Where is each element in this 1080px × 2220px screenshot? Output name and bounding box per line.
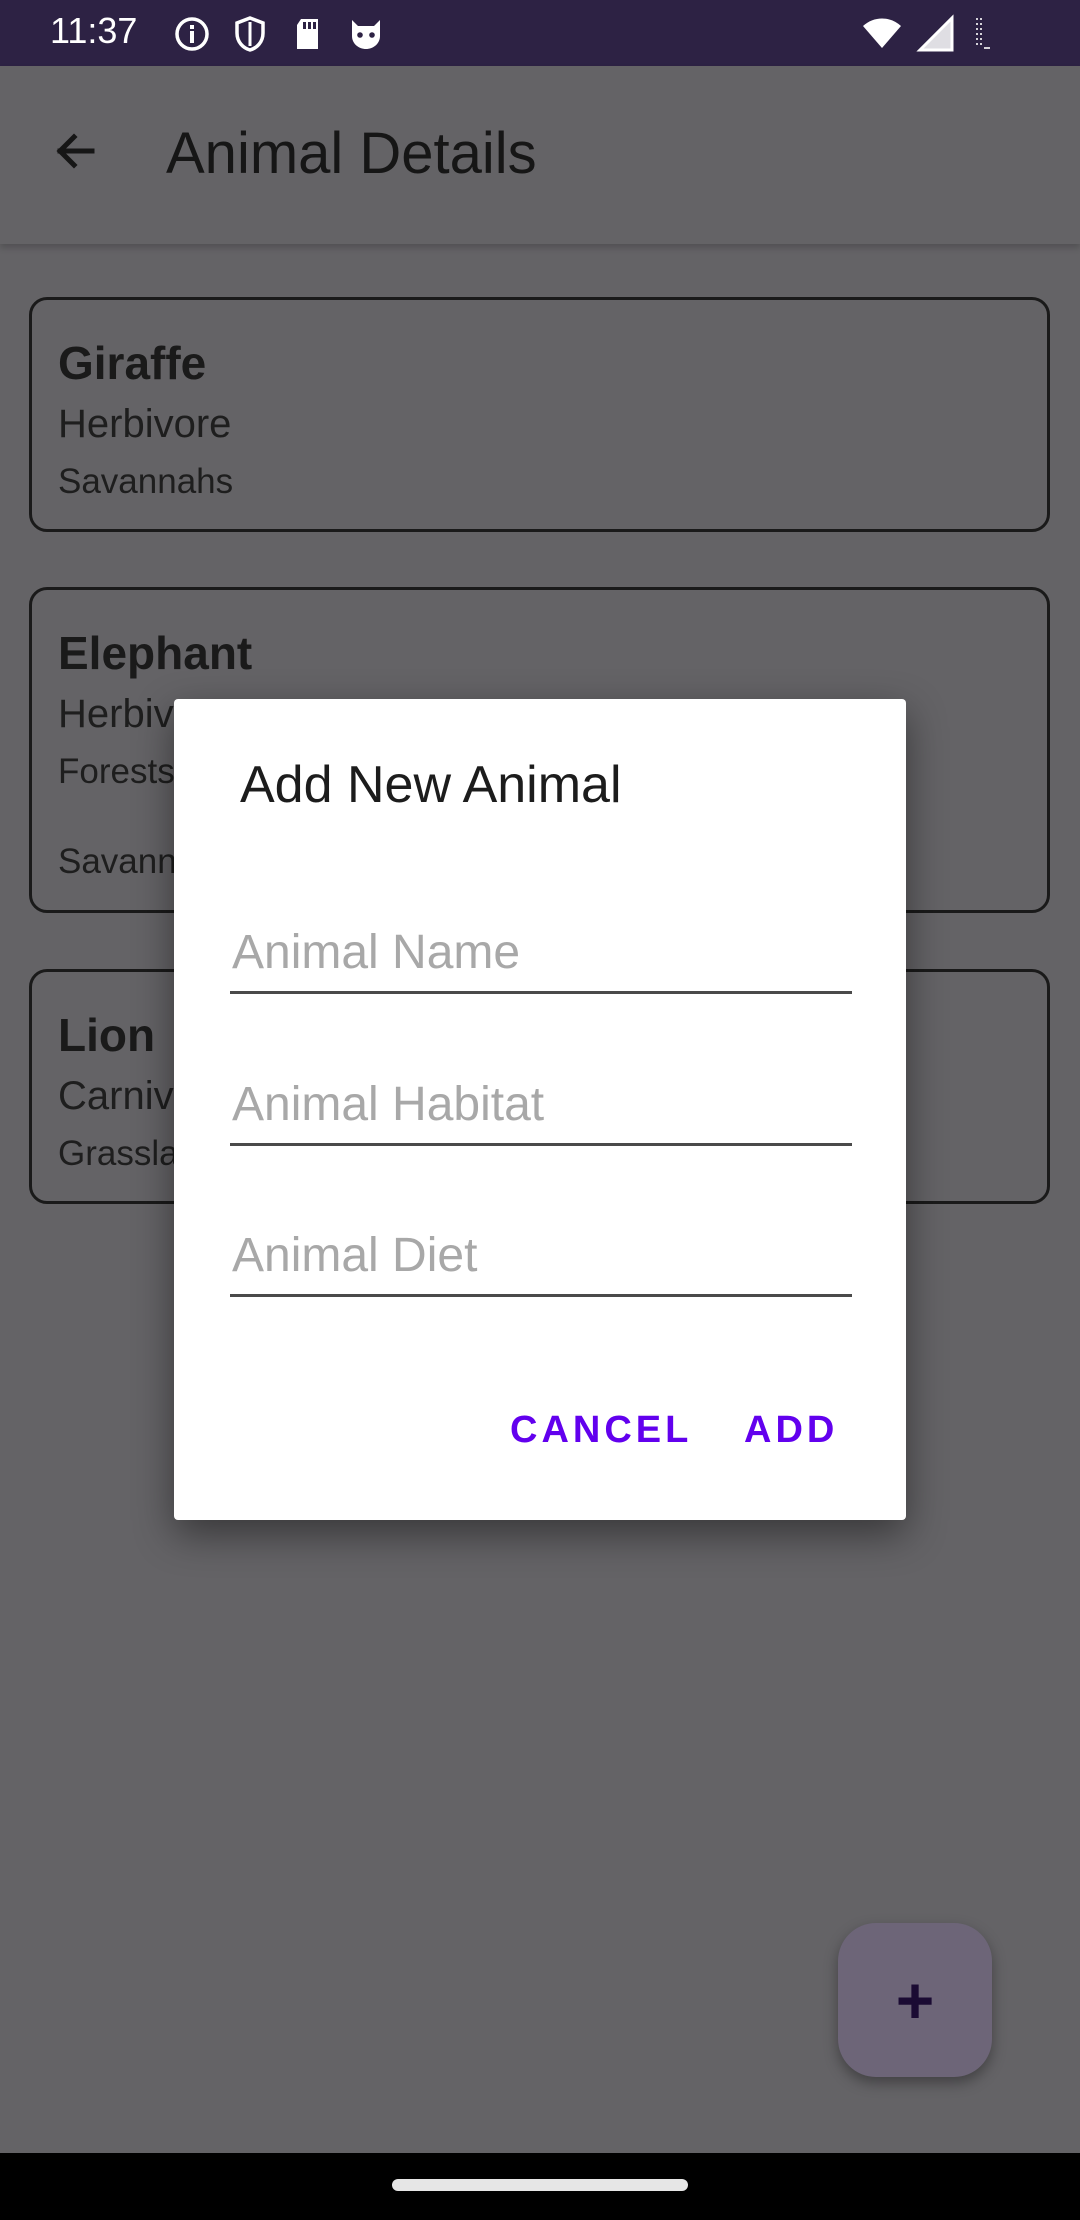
- animal-diet-input[interactable]: [230, 1217, 852, 1297]
- dialog-title: Add New Animal: [240, 756, 622, 814]
- info-icon: [175, 17, 209, 51]
- add-animal-fab[interactable]: +: [838, 1923, 992, 2077]
- plus-icon: +: [895, 1963, 935, 2037]
- animal-name: Lion: [58, 1009, 156, 1061]
- home-gesture-handle[interactable]: [392, 2179, 688, 2191]
- animal-name: Giraffe: [58, 337, 207, 389]
- cat-face-icon: [352, 20, 380, 49]
- page-title: Animal Details: [166, 121, 537, 186]
- status-bar: 11:37: [0, 0, 1080, 66]
- animal-habitat-input[interactable]: [230, 1066, 852, 1146]
- battery-icon: [976, 18, 990, 49]
- app-bar: Animal Details: [0, 66, 1080, 244]
- cancel-button[interactable]: CANCEL: [510, 1409, 692, 1452]
- status-icons-right: [862, 14, 1010, 54]
- arrow-back-icon[interactable]: [40, 116, 110, 186]
- animal-name-input[interactable]: [230, 914, 852, 994]
- add-animal-dialog: Add New Animal CANCEL ADD: [174, 699, 906, 1520]
- wifi-icon: [863, 18, 901, 48]
- add-button[interactable]: ADD: [744, 1409, 838, 1452]
- animal-habitat: Forests: [58, 752, 175, 791]
- animal-habitat-field-wrapper: [230, 1066, 852, 1156]
- animal-name-field-wrapper: [230, 914, 852, 1004]
- animal-name: Elephant: [58, 627, 253, 679]
- navigation-bar: [0, 2153, 1080, 2220]
- animal-diet-field-wrapper: [230, 1217, 852, 1307]
- cell-signal-icon: [916, 14, 954, 52]
- animal-habitat: Savannahs: [58, 462, 234, 501]
- status-icons-left: [172, 14, 386, 54]
- sd-card-icon: [297, 19, 318, 49]
- shield-icon: [235, 16, 265, 52]
- status-time: 11:37: [50, 10, 138, 51]
- animal-card[interactable]: Giraffe Herbivore Savannahs: [29, 297, 1050, 532]
- animal-diet: Herbivore: [58, 402, 232, 446]
